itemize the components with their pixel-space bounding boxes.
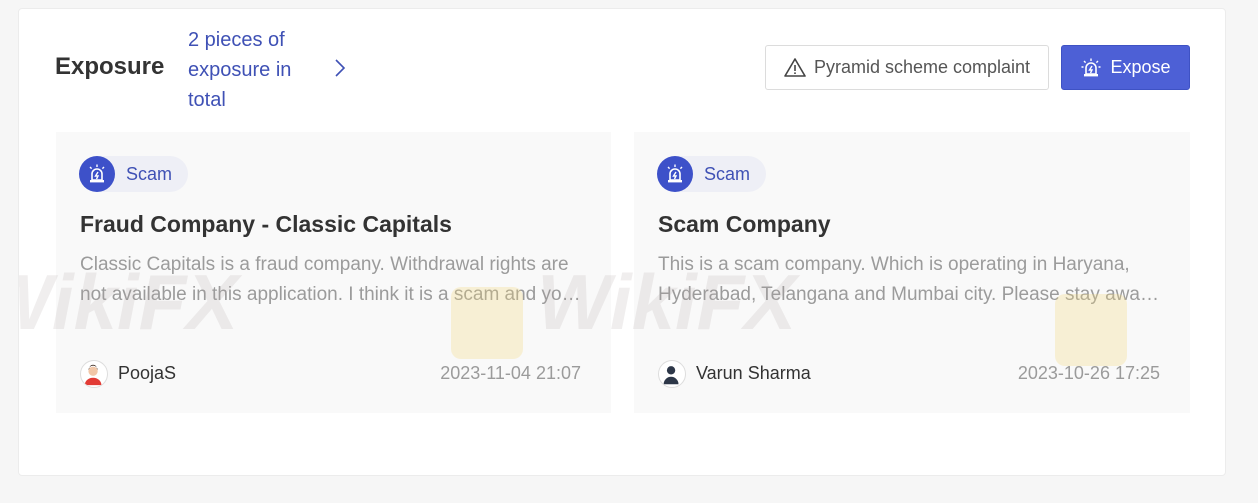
scam-tag: Scam bbox=[79, 156, 189, 192]
card-title[interactable]: Fraud Company - Classic Capitals bbox=[80, 211, 452, 238]
post-date: 2023-11-04 21:07 bbox=[440, 363, 581, 383]
author-name: Varun Sharma bbox=[696, 363, 811, 383]
section-title: Exposure bbox=[55, 53, 165, 80]
expose-button-label: Expose bbox=[1110, 57, 1171, 77]
exposure-panel: Exposure 2 pieces of exposure in total P… bbox=[18, 8, 1226, 476]
scam-tag: Scam bbox=[657, 156, 767, 192]
complaint-button-label: Pyramid scheme complaint bbox=[813, 57, 1031, 77]
tag-label: Scam bbox=[704, 163, 751, 184]
card-excerpt: This is a scam company. Which is operati… bbox=[658, 254, 1150, 305]
avatar bbox=[658, 360, 686, 388]
card-excerpt: Classic Capitals is a fraud company. Wit… bbox=[80, 254, 573, 305]
exposure-count-link[interactable]: 2 pieces of exposure in total bbox=[188, 25, 318, 115]
exposure-card[interactable]: Scam Scam Company This is a scam company… bbox=[634, 132, 1190, 413]
warning-triangle-icon bbox=[784, 57, 806, 79]
alarm-siren-icon bbox=[79, 156, 115, 192]
tag-label: Scam bbox=[126, 163, 173, 184]
expose-button[interactable]: Expose bbox=[1061, 45, 1190, 90]
avatar bbox=[80, 360, 108, 388]
exposure-card[interactable]: Scam Fraud Company - Classic Capitals Cl… bbox=[56, 132, 611, 413]
post-date: 2023-10-26 17:25 bbox=[1017, 363, 1160, 383]
card-title[interactable]: Scam Company bbox=[658, 211, 831, 238]
chevron-right-icon[interactable] bbox=[332, 57, 348, 79]
alarm-siren-icon bbox=[657, 156, 693, 192]
author-name: PoojaS bbox=[118, 363, 177, 383]
pyramid-scheme-complaint-button[interactable]: Pyramid scheme complaint bbox=[765, 45, 1049, 90]
alarm-siren-icon bbox=[1080, 57, 1102, 79]
